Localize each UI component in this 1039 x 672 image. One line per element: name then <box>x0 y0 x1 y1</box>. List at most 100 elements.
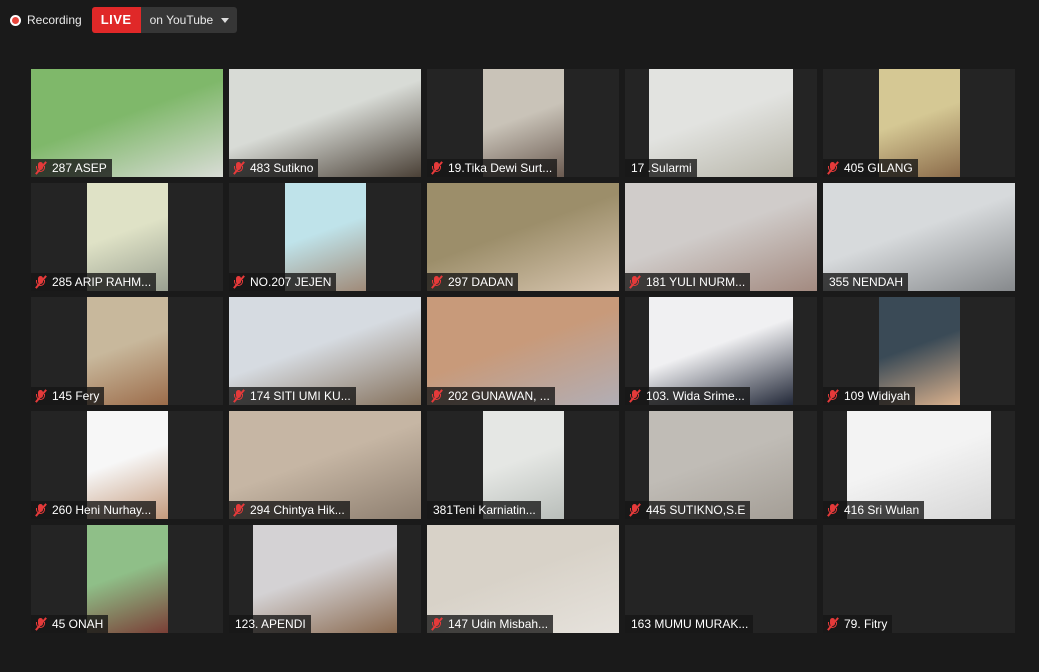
participant-name-label: 260 Heni Nurhay... <box>31 501 157 519</box>
participant-tile[interactable]: 147 Udin Misbah... <box>427 525 619 633</box>
participant-name: 355 NENDAH <box>829 275 904 289</box>
mic-muted-icon <box>628 275 642 289</box>
participant-tile[interactable]: 287 ASEP <box>31 69 223 177</box>
participant-tile[interactable]: 381Teni Karniatin... <box>427 411 619 519</box>
mic-muted-icon <box>232 503 246 517</box>
participant-tile[interactable]: 202 GUNAWAN, ... <box>427 297 619 405</box>
mic-muted-icon <box>34 275 48 289</box>
participant-tile[interactable]: 405 GILANG <box>823 69 1015 177</box>
participant-name: 103. Wida Srime... <box>646 389 745 403</box>
participant-name: 297 DADAN <box>448 275 514 289</box>
recording-label: Recording <box>27 13 82 27</box>
participant-name: 19.Tika Dewi Surt... <box>448 161 553 175</box>
participant-tile[interactable]: 79. Fitry <box>823 525 1015 633</box>
participant-name: 147 Udin Misbah... <box>448 617 549 631</box>
participant-name: NO.207 JEJEN <box>250 275 332 289</box>
participant-name-label: 297 DADAN <box>427 273 519 291</box>
participant-tile[interactable]: 145 Fery <box>31 297 223 405</box>
chevron-down-icon <box>221 17 230 23</box>
participant-tile[interactable]: 19.Tika Dewi Surt... <box>427 69 619 177</box>
participant-tile[interactable]: 163 MUMU MURAK... <box>625 525 817 633</box>
participant-tile[interactable]: 109 Widiyah <box>823 297 1015 405</box>
participant-name: 174 SITI UMI KU... <box>250 389 351 403</box>
mic-muted-icon <box>826 503 840 517</box>
participant-name-label: 355 NENDAH <box>823 273 909 291</box>
participant-name-label: 202 GUNAWAN, ... <box>427 387 555 405</box>
mic-muted-icon <box>430 161 444 175</box>
mic-muted-icon <box>628 503 642 517</box>
participant-tile[interactable]: 285 ARIP RAHM... <box>31 183 223 291</box>
participant-name-label: 45 ONAH <box>31 615 109 633</box>
participant-name-label: NO.207 JEJEN <box>229 273 337 291</box>
participant-tile[interactable]: 483 Sutikno <box>229 69 421 177</box>
participant-name: 445 SUTIKNO,S.E <box>646 503 746 517</box>
participant-tile[interactable]: 123. APENDI <box>229 525 421 633</box>
mic-muted-icon <box>430 275 444 289</box>
mic-muted-icon <box>232 161 246 175</box>
participant-tile[interactable]: 260 Heni Nurhay... <box>31 411 223 519</box>
live-stream-button[interactable]: LIVE on YouTube <box>91 7 238 33</box>
participant-name: 294 Chintya Hik... <box>250 503 345 517</box>
mic-muted-icon <box>628 389 642 403</box>
participant-name: 181 YULI NURM... <box>646 275 746 289</box>
mic-muted-icon <box>232 389 246 403</box>
participant-name-label: 381Teni Karniatin... <box>427 501 541 519</box>
stream-target-label: on YouTube <box>149 13 214 27</box>
participant-name-label: 163 MUMU MURAK... <box>625 615 754 633</box>
recording-icon <box>10 14 21 26</box>
mic-muted-icon <box>826 617 840 631</box>
mic-muted-icon <box>430 617 444 631</box>
participant-tile[interactable]: 45 ONAH <box>31 525 223 633</box>
participant-name-label: 79. Fitry <box>823 615 893 633</box>
participant-name-label: 294 Chintya Hik... <box>229 501 350 519</box>
participant-name: 109 Widiyah <box>844 389 911 403</box>
participant-name: 17 .Sularmi <box>631 161 692 175</box>
participant-tile[interactable]: 445 SUTIKNO,S.E <box>625 411 817 519</box>
participant-name: 202 GUNAWAN, ... <box>448 389 550 403</box>
participant-name-label: 123. APENDI <box>229 615 311 633</box>
participant-name-label: 103. Wida Srime... <box>625 387 750 405</box>
participant-name-label: 445 SUTIKNO,S.E <box>625 501 751 519</box>
participant-name-label: 145 Fery <box>31 387 105 405</box>
participant-name: 416 Sri Wulan <box>844 503 920 517</box>
participant-name: 483 Sutikno <box>250 161 314 175</box>
participant-name: 285 ARIP RAHM... <box>52 275 152 289</box>
mic-muted-icon <box>826 389 840 403</box>
gallery-grid: 287 ASEP 483 Sutikno 19.Tika Dewi Surt... 1… <box>31 69 1015 633</box>
participant-name: 45 ONAH <box>52 617 104 631</box>
live-badge: LIVE <box>91 7 141 33</box>
participant-name: 381Teni Karniatin... <box>433 503 536 517</box>
mic-muted-icon <box>826 161 840 175</box>
participant-name-label: 405 GILANG <box>823 159 918 177</box>
recording-status-bar: Recording LIVE on YouTube <box>10 7 238 33</box>
mic-muted-icon <box>34 161 48 175</box>
mic-muted-icon <box>430 389 444 403</box>
participant-name: 405 GILANG <box>844 161 913 175</box>
participant-name-label: 17 .Sularmi <box>625 159 697 177</box>
participant-tile[interactable]: 17 .Sularmi <box>625 69 817 177</box>
mic-muted-icon <box>232 275 246 289</box>
participant-tile[interactable]: 416 Sri Wulan <box>823 411 1015 519</box>
participant-tile[interactable]: NO.207 JEJEN <box>229 183 421 291</box>
participant-name-label: 416 Sri Wulan <box>823 501 925 519</box>
participant-name-label: 147 Udin Misbah... <box>427 615 554 633</box>
mic-muted-icon <box>34 503 48 517</box>
participant-tile[interactable]: 103. Wida Srime... <box>625 297 817 405</box>
participant-tile[interactable]: 174 SITI UMI KU... <box>229 297 421 405</box>
participant-name-label: 285 ARIP RAHM... <box>31 273 157 291</box>
participant-name: 260 Heni Nurhay... <box>52 503 152 517</box>
participant-name-label: 181 YULI NURM... <box>625 273 751 291</box>
participant-name: 163 MUMU MURAK... <box>631 617 749 631</box>
mic-muted-icon <box>34 389 48 403</box>
participant-tile[interactable]: 294 Chintya Hik... <box>229 411 421 519</box>
participant-tile[interactable]: 181 YULI NURM... <box>625 183 817 291</box>
participant-name: 79. Fitry <box>844 617 888 631</box>
participant-tile[interactable]: 297 DADAN <box>427 183 619 291</box>
participant-tile[interactable]: 355 NENDAH <box>823 183 1015 291</box>
participant-name: 145 Fery <box>52 389 100 403</box>
mic-muted-icon <box>34 617 48 631</box>
participant-name: 123. APENDI <box>235 617 306 631</box>
participant-name-label: 174 SITI UMI KU... <box>229 387 356 405</box>
participant-name-label: 19.Tika Dewi Surt... <box>427 159 558 177</box>
participant-name-label: 109 Widiyah <box>823 387 916 405</box>
